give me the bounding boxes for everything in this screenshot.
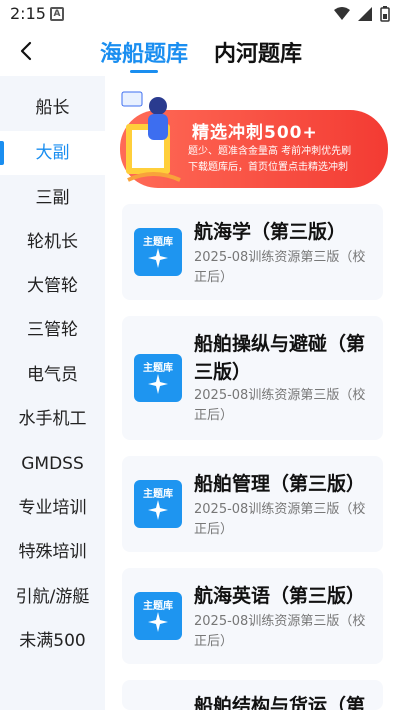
sidebar-item-label: 大管轮 [27,276,78,296]
sidebar-item-label: 未满500 [19,631,86,651]
sidebar-item-professional-training[interactable]: 专业培训 [0,486,105,530]
badge-label: 主题库 [143,363,173,374]
sidebar-item-label: 船长 [35,98,70,118]
signal-icon [358,7,372,21]
badge-label: 主题库 [143,601,173,612]
card-title: 船舶结构与货运（第 [194,695,366,710]
card-meta: 2025-08训练资源第三版（校正后） [194,614,366,649]
sidebar-item-label: 水手机工 [18,409,87,429]
banner-illustration-icon [121,91,181,182]
sidebar-item-electrician[interactable]: 电气员 [0,353,105,397]
sidebar-item-chief-engineer[interactable]: 轮机长 [0,220,105,264]
card-meta: 2025-08训练资源第三版（校正后） [194,502,366,537]
question-bank-badge: 主题库 [134,592,182,640]
logo-icon [148,248,168,268]
card-title: 航海学（第三版） [194,221,347,243]
badge-label: 主题库 [143,489,173,500]
sidebar-item-second-engineer[interactable]: 大管轮 [0,264,105,308]
sidebar-item-gmdss[interactable]: GMDSS [0,442,105,486]
status-bar: 2:15 A [0,0,400,30]
logo-icon [148,500,168,520]
card-title: 船舶管理（第三版） [194,473,366,495]
question-bank-card[interactable]: 主题库 航海学（第三版） 2025-08训练资源第三版（校正后） [122,204,383,300]
notification-icon: A [50,7,64,21]
sidebar-item-label: 轮机长 [27,232,78,252]
sidebar-item-captain[interactable]: 船长 [0,86,105,130]
question-bank-badge: 主题库 [134,480,182,528]
question-bank-card[interactable]: 主题库 船舶管理（第三版） 2025-08训练资源第三版（校正后） [122,456,383,552]
tab-inland-question-bank[interactable]: 内河题库 [214,36,302,68]
card-meta: 2025-08训练资源第三版（校正后） [194,388,366,423]
status-icons [334,6,390,22]
card-title: 航海英语（第三版） [194,585,366,607]
sidebar-item-label: 三副 [35,188,70,208]
question-bank-badge: 主题库 [134,354,182,402]
sidebar-item-label: GMDSS [21,454,84,474]
sidebar-item-label: 特殊培训 [18,542,87,562]
question-bank-card[interactable]: 船舶结构与货运（第 [122,680,383,710]
banner-hint: 下载题库后，首页位置点击精选冲刺 [188,162,348,173]
question-bank-card[interactable]: 主题库 航海英语（第三版） 2025-08训练资源第三版（校正后） [122,568,383,664]
banner-title: 精选冲刺500+ [192,123,318,143]
badge-label: 主题库 [143,237,173,248]
sidebar-item-label: 三管轮 [27,320,78,340]
sidebar-item-under-500[interactable]: 未满500 [0,619,105,663]
active-indicator [0,141,4,165]
tab-sea-question-bank[interactable]: 海船题库 [100,36,189,73]
card-meta: 2025-08训练资源第三版（校正后） [194,250,366,285]
sidebar-item-chief-officer[interactable]: 大副 [0,131,105,175]
banner-subtitle: 题少、题准含金量高 考前冲刺优先刷 [188,146,352,157]
tab-label: 内河题库 [214,42,303,67]
card-title: 船舶操纵与避碰（第三版） [194,333,366,383]
sidebar-item-third-engineer[interactable]: 三管轮 [0,308,105,352]
sidebar: 船长 大副 三副 轮机长 大管轮 三管轮 电气员 水手机工 GMDSS 专业培训… [0,76,105,710]
sidebar-item-pilot-yacht[interactable]: 引航/游艇 [0,575,105,619]
sidebar-item-label: 电气员 [27,365,78,385]
sidebar-item-label: 大副 [35,143,70,163]
active-tab-underline [130,70,158,73]
tab-label: 海船题库 [100,42,189,67]
status-time: 2:15 [10,4,46,23]
sidebar-item-label: 引航/游艇 [15,587,90,607]
sidebar-item-rating[interactable]: 水手机工 [0,397,105,441]
logo-icon [148,612,168,632]
wifi-icon [334,7,350,20]
sidebar-item-special-training[interactable]: 特殊培训 [0,530,105,574]
question-bank-card[interactable]: 主题库 船舶操纵与避碰（第三版） 2025-08训练资源第三版（校正后） [122,316,383,440]
header: 海船题库 内河题库 [0,30,400,76]
logo-icon [148,374,168,394]
back-arrow-icon[interactable] [12,36,42,66]
question-bank-badge: 主题库 [134,228,182,276]
sprint-banner[interactable]: 精选冲刺500+ 题少、题准含金量高 考前冲刺优先刷 下载题库后，首页位置点击精… [118,84,390,192]
battery-icon [380,6,390,22]
sidebar-item-third-officer[interactable]: 三副 [0,176,105,220]
sidebar-item-label: 专业培训 [18,498,87,518]
